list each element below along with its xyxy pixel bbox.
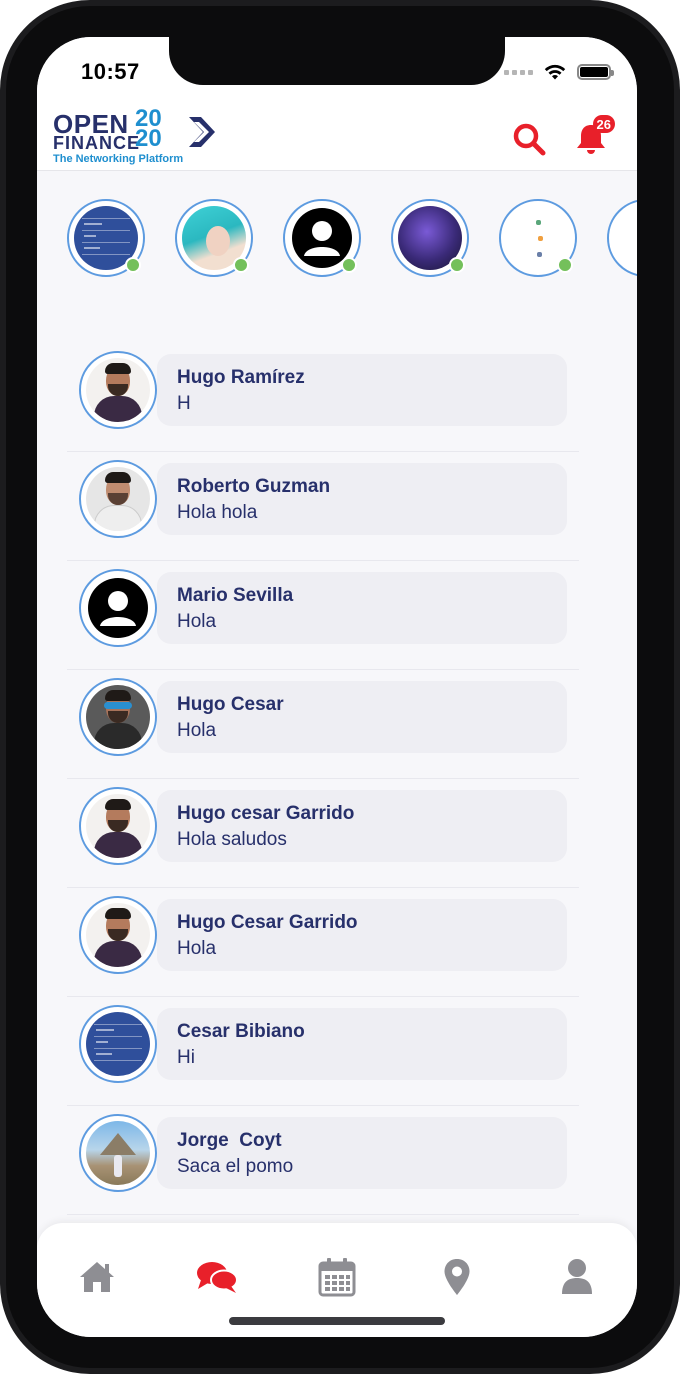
chat-list-item[interactable]: Hugo Cesar Garrido Hola <box>67 888 579 997</box>
chat-last-message: Hi <box>177 1047 195 1068</box>
chat-list-item[interactable]: Hugo cesar Garrido Hola saludos <box>67 779 579 888</box>
chat-preview: Cesar Bibiano Hi <box>157 1008 567 1080</box>
nav-location[interactable] <box>433 1255 481 1299</box>
chat-icon <box>197 1262 238 1293</box>
online-status-dot <box>341 257 357 273</box>
avatar <box>79 896 157 974</box>
chat-contact-name: Hugo Cesar <box>177 694 284 715</box>
chat-last-message: Hola saludos <box>177 829 287 850</box>
chat-preview: Jorge Coyt Saca el pomo <box>157 1117 567 1189</box>
chat-list-item[interactable]: Hugo Ramírez H <box>67 343 579 452</box>
chat-contact-name: Mario Sevilla <box>177 585 294 606</box>
profile-icon <box>562 1259 592 1294</box>
status-time: 10:57 <box>81 59 140 84</box>
device-notch <box>169 37 505 85</box>
chat-preview: Hugo Ramírez H <box>157 354 567 426</box>
chat-contact-name: Jorge Coyt <box>177 1130 282 1151</box>
chat-preview: Hugo Cesar Garrido Hola <box>157 899 567 971</box>
chat-preview: Mario Sevilla Hola <box>157 572 567 644</box>
chat-contact-name: Hugo Cesar Garrido <box>177 912 358 933</box>
avatar <box>79 351 157 429</box>
app-header: OPEN FINANCE 20 20 The Networking Platfo… <box>37 107 637 171</box>
logo-arrow-icon <box>189 117 215 147</box>
avatar <box>79 678 157 756</box>
open-finance-logo[interactable]: OPEN FINANCE 20 20 The Networking Platfo… <box>53 107 223 165</box>
chat-last-message: Hola <box>177 720 217 741</box>
search-button[interactable] <box>511 121 547 157</box>
avatar <box>79 460 157 538</box>
nav-profile[interactable] <box>553 1255 601 1299</box>
battery-icon <box>577 64 614 80</box>
avatar <box>79 569 157 647</box>
chat-preview: Hugo Cesar Hola <box>157 681 567 753</box>
chat-list-item[interactable]: Jorge Coyt Saca el pomo <box>67 1106 579 1215</box>
story-avatar[interactable] <box>391 199 469 277</box>
nav-chat[interactable] <box>193 1255 241 1299</box>
chat-last-message: Hola hola <box>177 502 258 523</box>
chat-last-message: Hola <box>177 938 217 959</box>
chat-list-item[interactable]: Hugo Cesar Hola <box>67 670 579 779</box>
wifi-icon <box>544 64 566 80</box>
search-icon <box>513 123 546 156</box>
chat-contact-name: Hugo Ramírez <box>177 367 305 388</box>
avatar <box>79 1114 157 1192</box>
online-status-dot <box>125 257 141 273</box>
bottom-navigation <box>37 1223 637 1337</box>
online-users-carousel[interactable] <box>67 199 637 281</box>
story-avatar[interactable] <box>67 199 145 277</box>
nav-calendar[interactable] <box>313 1255 361 1299</box>
chat-last-message: Hola <box>177 611 217 632</box>
chat-preview: Hugo cesar Garrido Hola saludos <box>157 790 567 862</box>
signal-icon <box>504 69 533 75</box>
chat-list-item[interactable]: Mario Sevilla Hola <box>67 561 579 670</box>
chat-list-item[interactable]: Roberto Guzman Hola hola <box>67 452 579 561</box>
nav-home[interactable] <box>73 1255 121 1299</box>
chat-list: Hugo Ramírez H Roberto Guzman Hola hola <box>67 343 579 1215</box>
status-bar: 10:57 <box>37 37 637 107</box>
chat-preview: Roberto Guzman Hola hola <box>157 463 567 535</box>
story-avatar[interactable] <box>175 199 253 277</box>
avatar <box>79 787 157 865</box>
default-user-icon <box>88 578 148 638</box>
home-icon <box>80 1262 114 1292</box>
location-icon <box>444 1259 470 1295</box>
chat-contact-name: Hugo cesar Garrido <box>177 803 355 824</box>
home-indicator[interactable] <box>229 1317 445 1325</box>
online-status-dot <box>233 257 249 273</box>
story-avatar[interactable] <box>499 199 577 277</box>
notifications-button[interactable]: 26 <box>573 115 615 157</box>
chat-last-message: Saca el pomo <box>177 1156 294 1177</box>
chat-contact-name: Roberto Guzman <box>177 476 331 497</box>
status-icons <box>504 63 614 81</box>
story-avatar[interactable] <box>283 199 361 277</box>
chat-contact-name: Cesar Bibiano <box>177 1021 305 1042</box>
chat-last-message: H <box>177 393 191 414</box>
online-status-dot <box>557 257 573 273</box>
avatar <box>79 1005 157 1083</box>
chat-list-item[interactable]: Cesar Bibiano Hi <box>67 997 579 1106</box>
online-status-dot <box>449 257 465 273</box>
notification-badge: 26 <box>592 115 615 133</box>
calendar-icon <box>318 1258 356 1297</box>
app-screen: 10:57 OPEN FINANCE 20 20 The Networking … <box>37 37 637 1337</box>
story-avatar[interactable] <box>607 199 637 277</box>
